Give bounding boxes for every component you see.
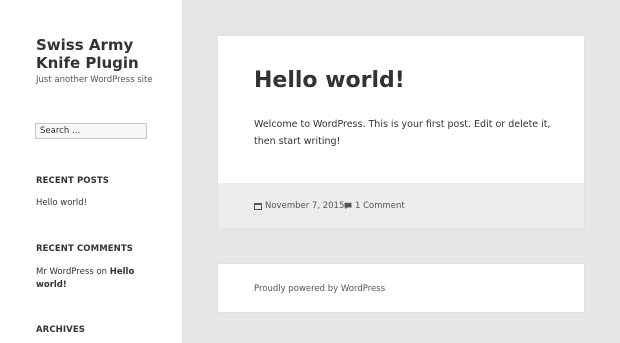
search-input[interactable]: [35, 123, 147, 139]
post-article: Hello world! Welcome to WordPress. This …: [218, 36, 584, 229]
site-footer: Proudly powered by WordPress: [218, 264, 584, 312]
post-content: Welcome to WordPress. This is your first…: [254, 119, 551, 147]
post-title[interactable]: Hello world!: [254, 68, 405, 93]
page: Swiss Army Knife Plugin Just another Wor…: [0, 0, 620, 343]
powered-by-link[interactable]: Proudly powered by WordPress: [254, 284, 385, 294]
post-date-link[interactable]: November 7, 2015: [265, 201, 344, 211]
calendar-icon: [254, 202, 262, 210]
recent-comments-heading: RECENT COMMENTS: [36, 244, 133, 254]
sidebar: Swiss Army Knife Plugin Just another Wor…: [0, 0, 182, 343]
recent-comment-entry: Mr WordPress on Hello world!: [36, 266, 146, 292]
post-date: November 7, 2015: [254, 201, 344, 211]
site-description: Just another WordPress site: [36, 75, 153, 85]
comment-author: Mr WordPress: [36, 267, 94, 277]
comment-icon: [344, 202, 352, 210]
comments-link[interactable]: 1 Comment: [355, 201, 405, 211]
recent-posts-heading: RECENT POSTS: [36, 176, 109, 186]
comment-on-word: on: [96, 267, 108, 277]
post-comments: 1 Comment: [344, 201, 405, 211]
site-title[interactable]: Swiss Army Knife Plugin: [36, 36, 176, 72]
recent-post-link[interactable]: Hello world!: [36, 198, 87, 208]
archives-heading: ARCHIVES: [36, 325, 85, 335]
post-meta-footer: November 7, 2015 1 Comment: [218, 183, 584, 229]
